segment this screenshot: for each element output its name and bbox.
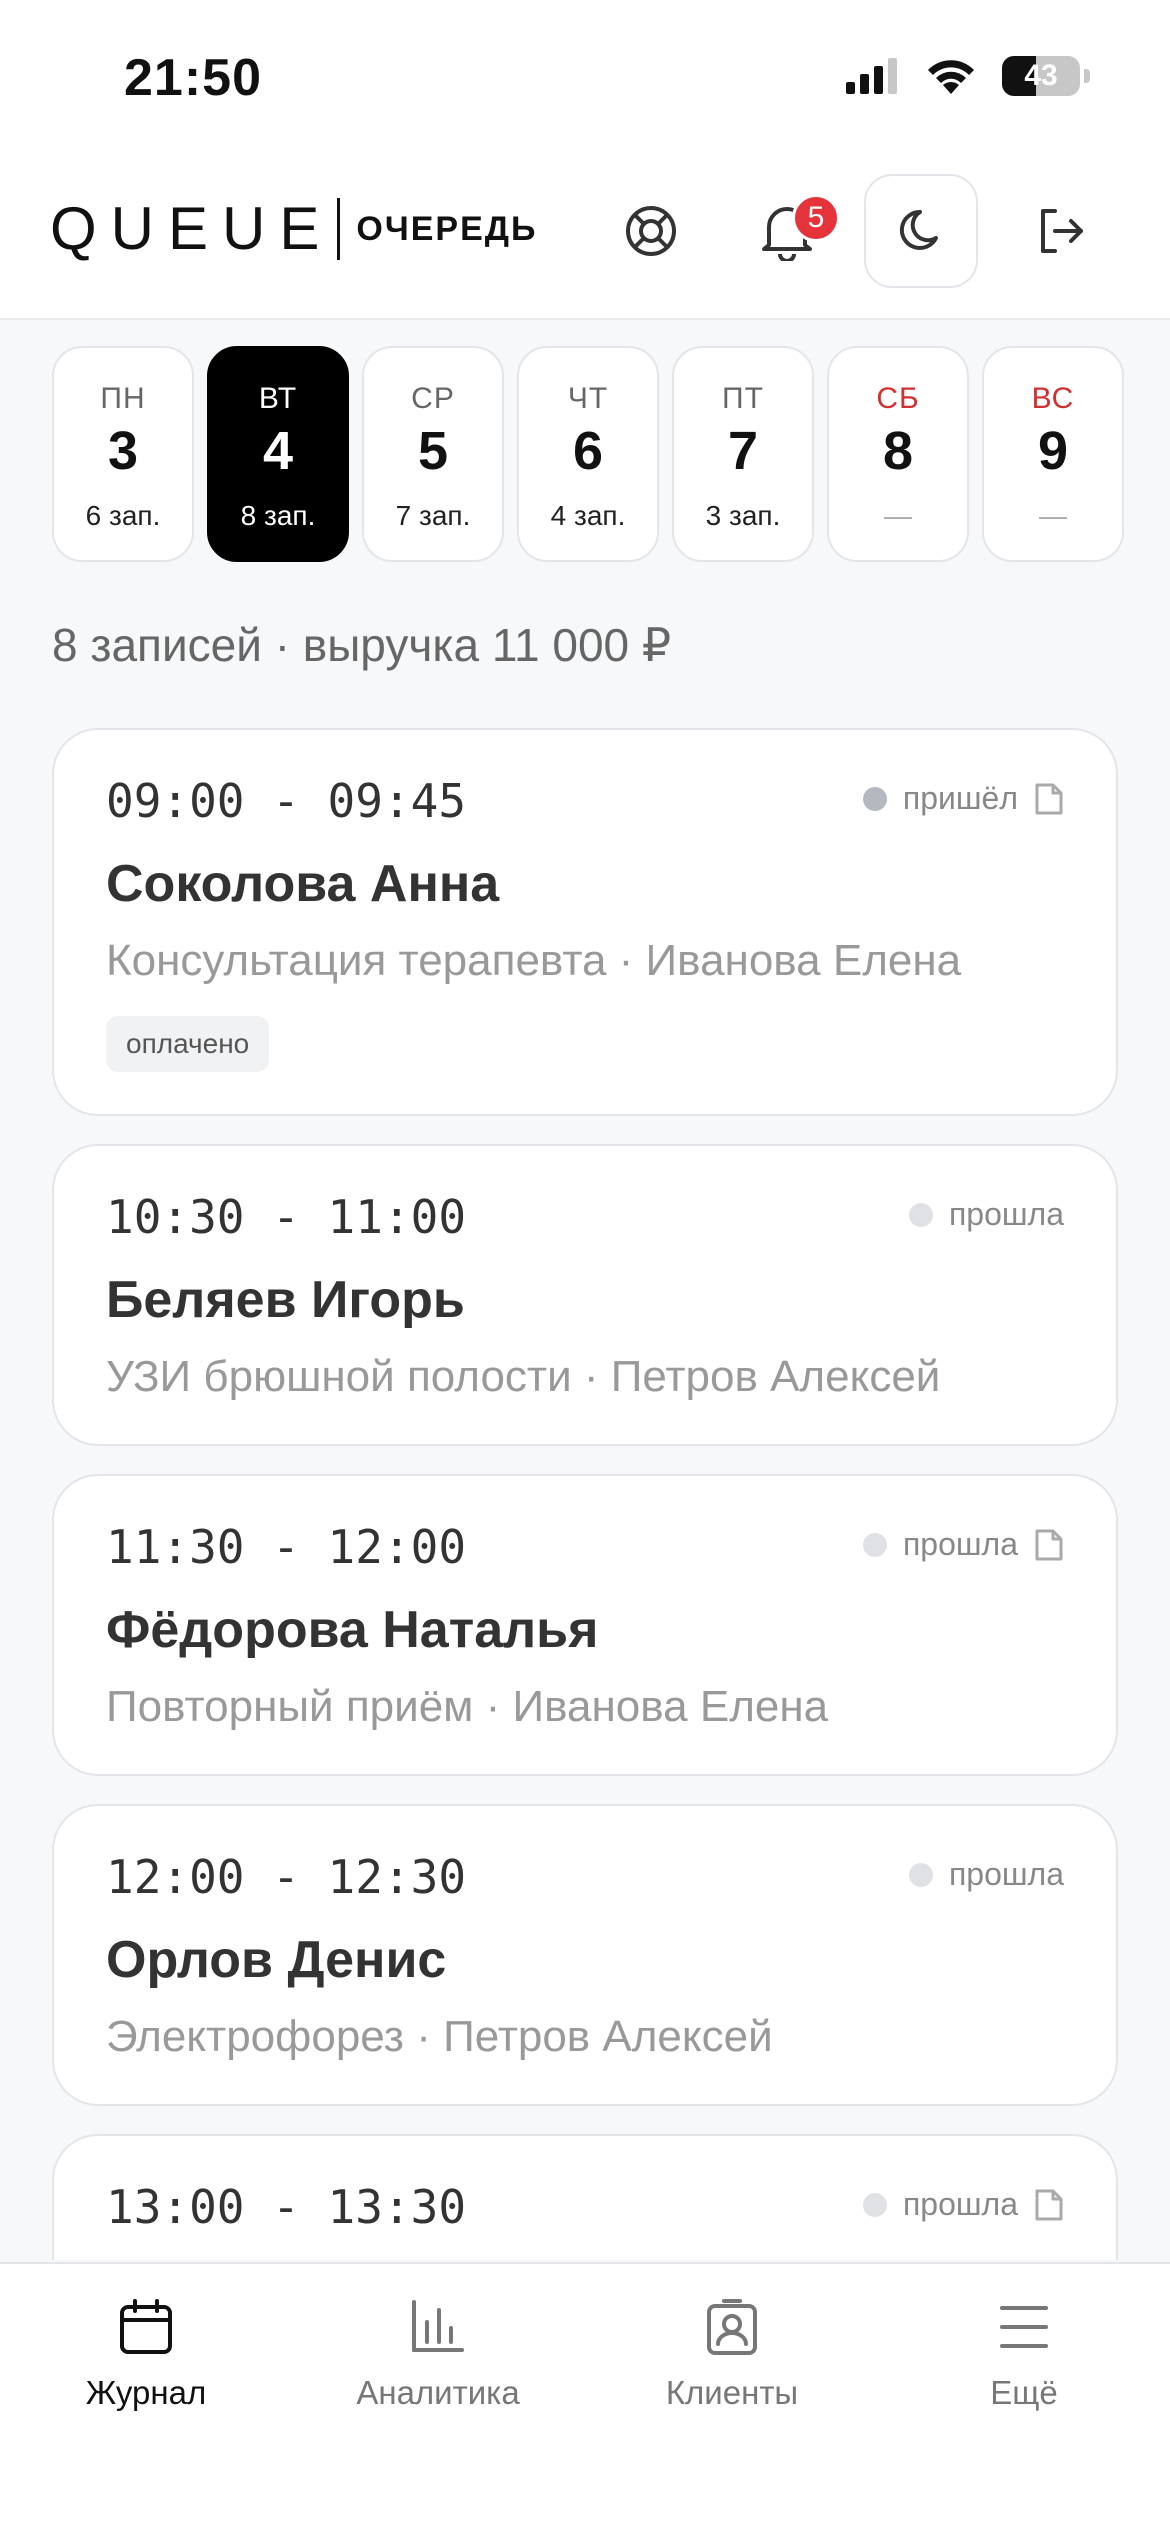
- tab-label: Клиенты: [665, 2374, 799, 2411]
- day-count: 8 зап.: [240, 500, 316, 531]
- status-label: прошла: [902, 1526, 1018, 1562]
- logo-main: QUEUE: [50, 195, 334, 262]
- day-chip[interactable]: ПН 3 6 зап.: [52, 346, 194, 562]
- note-icon[interactable]: [1034, 782, 1064, 816]
- notification-badge: 5: [792, 194, 840, 242]
- client-name: Беляев Игорь: [106, 1271, 465, 1329]
- day-name: ПТ: [722, 382, 764, 415]
- app-logo: QUEUE ОЧЕРЕДЬ: [50, 198, 537, 260]
- tab-label: Журнал: [85, 2374, 207, 2411]
- day-name: ЧТ: [567, 382, 609, 415]
- notifications-button[interactable]: 5: [730, 174, 844, 288]
- tab-analytics[interactable]: Аналитика: [318, 2298, 558, 2412]
- day-name: ВС: [1031, 382, 1075, 415]
- bottom-tab-bar: Журнал Аналитика Клиенты Ещё: [0, 2262, 1170, 2532]
- app-header: QUEUE ОЧЕРЕДЬ 5: [0, 150, 1170, 320]
- note-icon[interactable]: [1034, 2188, 1064, 2222]
- bar-chart-icon: [412, 2300, 464, 2352]
- battery-icon: 43: [1002, 56, 1080, 96]
- tab-label: Аналитика: [356, 2374, 520, 2411]
- status-icons: 43: [844, 56, 1090, 96]
- status-label: прошла: [948, 1856, 1064, 1892]
- day-date: 5: [417, 421, 449, 481]
- tab-more[interactable]: Ещё: [904, 2298, 1144, 2412]
- appointment-details: Повторный приём · Иванова Елена: [106, 1682, 829, 1731]
- appointment-card[interactable]: 13:00 - 13:30 прошла: [52, 2134, 1118, 2260]
- day-chip[interactable]: СР 5 7 зап.: [362, 346, 504, 562]
- status-label: прошла: [948, 1196, 1064, 1232]
- battery-cap: [1084, 69, 1090, 83]
- day-count: 6 зап.: [85, 500, 161, 531]
- status-dot: [908, 1202, 933, 1227]
- day-date: 4: [262, 421, 294, 481]
- logo-sub: ОЧЕРЕДЬ: [356, 209, 538, 248]
- day-chip-weekend[interactable]: ВС 9 —: [982, 346, 1124, 562]
- moon-icon: [899, 209, 938, 250]
- appointment-card[interactable]: 12:00 - 12:30 прошла Орлов Денис Электро…: [52, 1804, 1118, 2106]
- status-label: пришёл: [902, 780, 1018, 816]
- note-icon[interactable]: [1034, 1528, 1064, 1562]
- client-name: Орлов Денис: [106, 1931, 447, 1989]
- day-name: СБ: [876, 382, 920, 415]
- appointment-card[interactable]: 10:30 - 11:00 прошла Беляев Игорь УЗИ бр…: [52, 1144, 1118, 1446]
- calendar-icon: [120, 2299, 172, 2354]
- contacts-icon: [707, 2299, 757, 2355]
- status-dot: [862, 786, 887, 811]
- day-name: ПН: [100, 382, 146, 415]
- appointment-list: 09:00 - 09:45 пришёл Соколова Анна Консу…: [52, 728, 1118, 2260]
- appointment-details: Электрофорез · Петров Алексей: [106, 2012, 773, 2061]
- day-chip[interactable]: ПТ 7 3 зап.: [672, 346, 814, 562]
- status-time: 21:50: [124, 49, 262, 107]
- appointment-card[interactable]: 11:30 - 12:00 прошла Фёдорова Наталья По…: [52, 1474, 1118, 1776]
- client-name: Фёдорова Наталья: [106, 1601, 599, 1659]
- client-name: Соколова Анна: [106, 855, 500, 913]
- day-date: 8: [882, 421, 914, 481]
- tab-journal[interactable]: Журнал: [26, 2298, 266, 2412]
- menu-icon: [1000, 2306, 1048, 2348]
- day-count: 4 зап.: [550, 500, 626, 531]
- day-chip-weekend[interactable]: СБ 8 —: [827, 346, 969, 562]
- appointment-status: прошла: [908, 1856, 1064, 1893]
- day-date: 9: [1037, 421, 1069, 481]
- wifi-icon: [928, 60, 974, 94]
- day-name: СР: [411, 382, 455, 415]
- day-summary: 8 записей · выручка 11 000 ₽: [52, 619, 672, 671]
- day-count: 3 зап.: [705, 500, 781, 531]
- day-chip-selected[interactable]: ВТ 4 8 зап.: [207, 346, 349, 562]
- appointment-card[interactable]: 09:00 - 09:45 пришёл Соколова Анна Консу…: [52, 728, 1118, 1116]
- theme-toggle-button[interactable]: [864, 174, 978, 288]
- battery-level: 43: [1024, 59, 1058, 92]
- day-count: —: [884, 500, 912, 531]
- tab-label: Ещё: [990, 2374, 1058, 2411]
- payment-tag: оплачено: [106, 1016, 270, 1072]
- day-count: 7 зап.: [395, 500, 471, 531]
- tab-clients[interactable]: Клиенты: [612, 2298, 852, 2412]
- appointment-details: УЗИ брюшной полости · Петров Алексей: [106, 1352, 941, 1401]
- appointment-details: Консультация терапевта · Иванова Елена: [106, 936, 962, 985]
- day-name: ВТ: [258, 382, 298, 415]
- appointment-status: прошла: [862, 2186, 1064, 2223]
- logout-icon: [1041, 209, 1083, 253]
- status-label: прошла: [902, 2186, 1018, 2222]
- status-dot: [908, 1862, 933, 1887]
- day-chip[interactable]: ЧТ 6 4 зап.: [517, 346, 659, 562]
- logo-divider: [337, 198, 341, 260]
- day-date: 6: [572, 421, 604, 481]
- status-dot: [862, 1532, 887, 1557]
- appointment-status: прошла: [908, 1196, 1064, 1233]
- day-count: —: [1039, 500, 1067, 531]
- day-selector: ПН 3 6 зап. ВТ 4 8 зап. СР 5 7 зап. ЧТ 6…: [52, 346, 1124, 562]
- lifebuoy-icon: [626, 206, 676, 256]
- day-date: 7: [727, 421, 759, 481]
- support-button[interactable]: [594, 174, 708, 288]
- appointment-status: пришёл: [862, 780, 1064, 817]
- day-date: 3: [107, 421, 139, 481]
- status-dot: [862, 2192, 887, 2217]
- logout-button[interactable]: [1004, 174, 1118, 288]
- appointment-status: прошла: [862, 1526, 1064, 1563]
- status-bar: 21:50 43: [0, 0, 1170, 150]
- cellular-signal-icon: [846, 58, 897, 94]
